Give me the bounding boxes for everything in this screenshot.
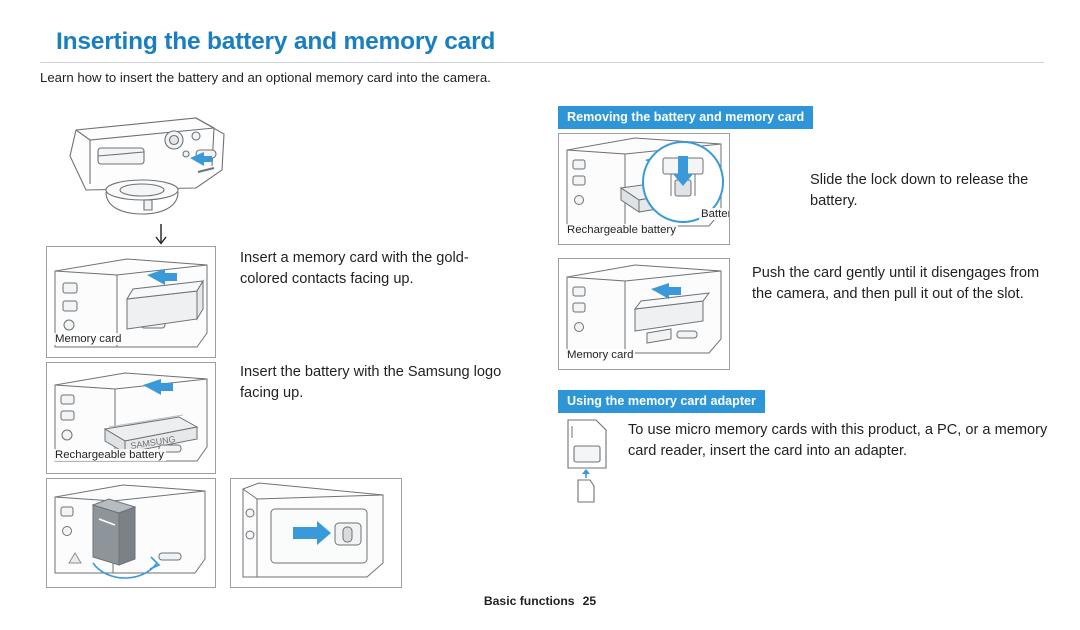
instruction-adapter: To use micro memory cards with this prod… [628,422,1048,459]
instruction-insert-memory-card: Insert a memory card with the gold-color… [240,250,469,287]
figure-remove-memory-card: Memory card [558,258,730,370]
caption-rechargeable-battery-left: Rechargeable battery [53,449,166,461]
manual-page: Inserting the battery and memory card Le… [0,0,1080,630]
caption-memory-card-right: Memory card [565,349,636,361]
memory-card-adapter-illustration [567,419,607,503]
footer-page-number: 25 [582,594,597,608]
down-arrow-icon [150,222,172,248]
page-subtitle: Learn how to insert the battery and an o… [40,70,491,85]
footer-label: Basic functions [483,594,575,608]
camera-top-illustration [69,117,225,215]
figure-cover-lock [230,478,402,588]
figure-insert-battery: SAMSUNG Rechargeable battery [46,362,216,474]
figure-camera-top [46,96,236,220]
caption-memory-card-left: Memory card [53,333,124,345]
title-divider [40,62,1044,63]
figure-memory-card-adapter [560,416,630,508]
instruction-slide-lock: Slide the lock down to release the batte… [810,172,1029,209]
figure-close-cover [46,478,216,588]
caption-rechargeable-battery-right: Rechargeable battery [565,224,678,236]
caption-battery-lock: Battery lock [699,208,729,220]
section-heading-adapter: Using the memory card adapter [558,390,765,413]
figure-insert-memory-card: Memory card [46,246,216,358]
page-title: Inserting the battery and memory card [56,28,496,55]
instruction-push-card: Push the card gently until it disengages… [752,265,1040,302]
cover-lock-illustration [242,482,384,578]
section-heading-removing: Removing the battery and memory card [558,106,814,129]
close-cover-illustration [54,484,206,579]
figure-remove-battery: Rechargeable battery Battery lock [558,133,730,245]
instruction-insert-battery: Insert the battery with the Samsung logo… [240,364,502,401]
page-footer: Basic functions 25 [0,594,1080,608]
